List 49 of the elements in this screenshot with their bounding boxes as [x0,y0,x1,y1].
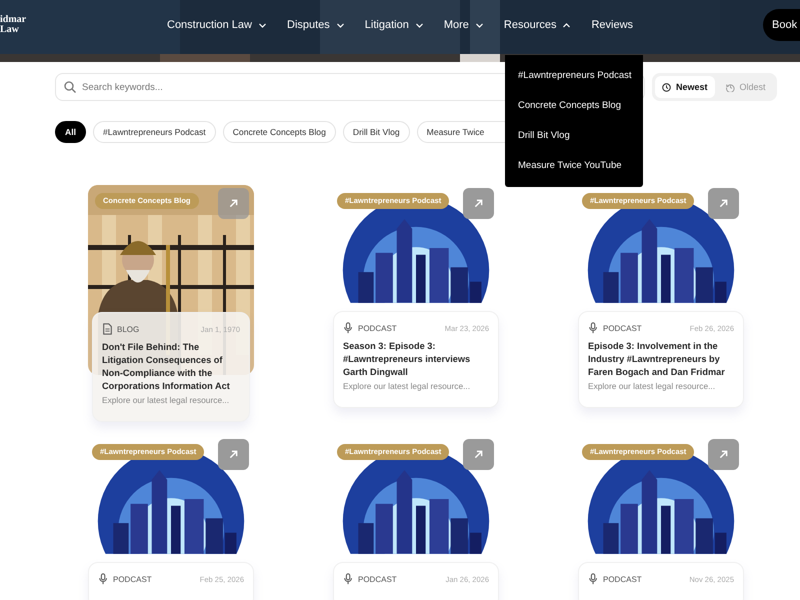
arrow-icon [718,449,729,460]
card-title: Season 3: Episode 3: #Lawntrepreneurs interviews Garth Dingwall [343,340,472,379]
clock-icon [662,82,671,92]
nav-link[interactable]: Reviews [591,19,634,31]
arrow-icon [228,198,239,209]
type-label: PODCAST [603,574,642,584]
book-button[interactable]: Book [763,9,800,41]
type-label: BLOG [117,324,140,334]
microphone-icon [588,573,599,585]
nav-link[interactable]: Resources [504,19,572,31]
document-icon [102,323,113,335]
type-label: PODCAST [358,324,397,332]
type-label: PODCAST [113,574,152,584]
filter-chip[interactable]: #Lawntrepreneurs Podcast [92,121,216,143]
filter-chip[interactable]: Drill Bit Vlog [342,121,410,143]
nav-link[interactable]: Disputes [287,19,345,31]
nav-link[interactable]: Litigation [364,19,424,31]
history-icon [726,82,735,92]
microphone-icon [588,322,599,334]
open-button[interactable] [708,439,739,470]
logo[interactable]: idmar Law [0,15,40,35]
excerpt: Explore our latest legal resource... [102,395,230,405]
microphone-icon [343,573,354,585]
sort-button[interactable]: Newest [655,76,715,98]
card-title: Episode 3: Involvement in the Industry #Lawntrepreneurs by Faren Bogach and Dan Fridmar [588,340,726,379]
open-button[interactable] [463,188,494,219]
type-label: PODCAST [603,324,642,332]
excerpt: Explore our latest legal resource... [588,381,716,391]
nav-link[interactable]: More [444,19,484,31]
open-button[interactable] [218,439,249,470]
open-button[interactable] [463,439,494,470]
excerpt: Explore our latest legal resource... [343,381,472,391]
open-button[interactable] [218,188,249,219]
type-label: PODCAST [358,574,397,584]
microphone-icon [98,573,109,585]
arrow-icon [718,198,729,209]
card-title: Don't File Behind: The Litigation Consequences of Non-Compliance with the Corporations Information Act [102,341,231,393]
filter-chip[interactable]: All [55,121,86,143]
arrow-icon [228,449,239,460]
search-icon [64,81,76,93]
open-button[interactable] [708,188,739,219]
arrow-icon [473,198,484,209]
filter-chip[interactable]: Concrete Concepts Blog [222,121,336,143]
menu-item[interactable]: Concrete Concepts Blog [518,99,643,113]
arrow-icon [473,449,484,460]
menu-item[interactable]: Drill Bit Vlog [518,129,643,143]
nav-link[interactable]: Construction Law [167,19,267,31]
menu-item[interactable]: Measure Twice YouTube [518,159,643,173]
microphone-icon [343,322,354,334]
